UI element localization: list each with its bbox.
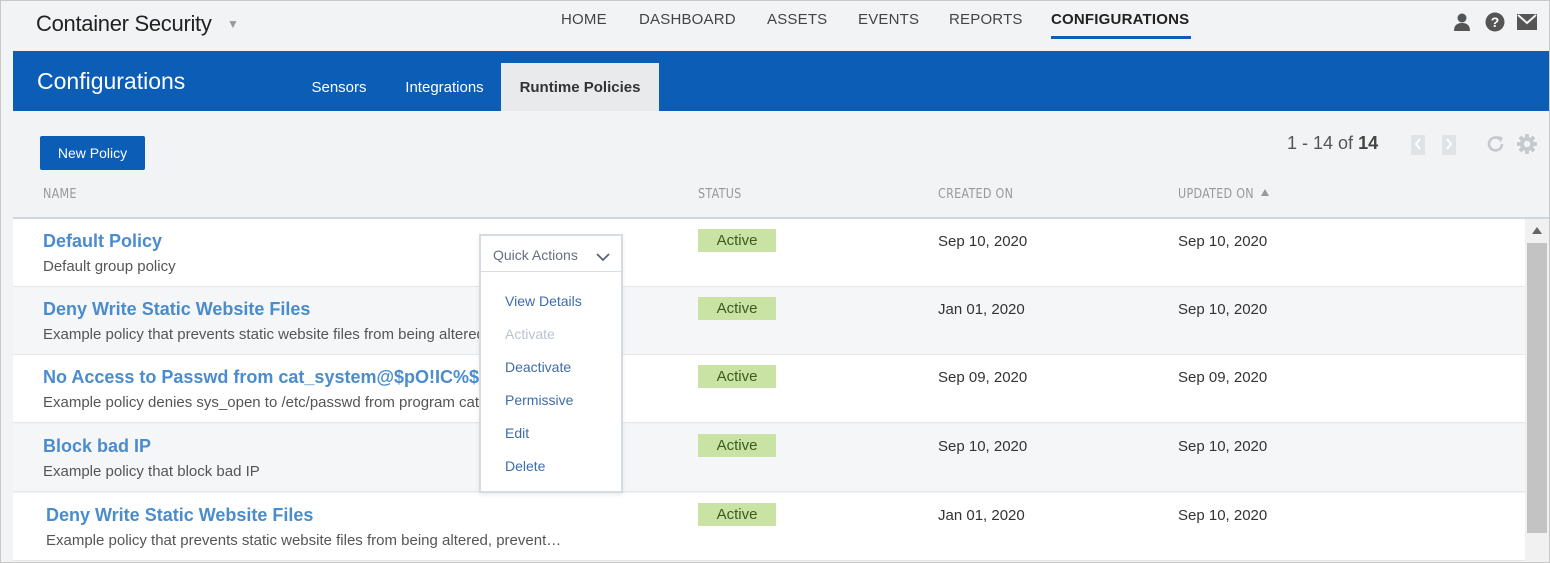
app-window: Container Security ▼ HOME DASHBOARD ASSE… (0, 0, 1550, 563)
created-on-date: Jan 01, 2020 (938, 507, 1025, 524)
status-badge: Active (698, 297, 776, 320)
svg-text:?: ? (1491, 14, 1500, 30)
table-row[interactable]: Block bad IP Example policy that block b… (13, 424, 1525, 492)
refresh-icon[interactable] (1485, 133, 1507, 155)
quick-actions-toggle[interactable]: Quick Actions (481, 236, 621, 272)
created-on-date: Sep 10, 2020 (938, 438, 1028, 455)
policy-description: Example policy that block bad IP (43, 463, 260, 480)
app-switcher-caret-icon[interactable]: ▼ (227, 17, 239, 31)
settings-gear-icon[interactable] (1516, 133, 1538, 155)
top-nav-bar: Container Security ▼ HOME DASHBOARD ASSE… (1, 1, 1549, 51)
menu-item-activate: Activate (505, 326, 555, 342)
nav-home[interactable]: HOME (561, 11, 607, 28)
created-on-date: Jan 01, 2020 (938, 301, 1025, 318)
quick-actions-menu: Quick Actions View Details Activate Deac… (479, 234, 623, 493)
pagination-range: 1 - 14 of (1287, 133, 1354, 153)
updated-on-date: Sep 10, 2020 (1178, 301, 1268, 318)
policy-name-link[interactable]: Block bad IP (43, 436, 151, 457)
status-badge: Active (698, 503, 776, 526)
table-row[interactable]: No Access to Passwd from cat_system@$pO!… (13, 355, 1525, 423)
policy-description: Example policy denies sys_open to /etc/p… (43, 394, 480, 411)
nav-active-indicator (1051, 36, 1191, 39)
column-header-status[interactable]: STATUS (698, 187, 741, 202)
previous-page-button[interactable] (1411, 135, 1425, 155)
policy-name-link[interactable]: Deny Write Static Website Files (46, 505, 313, 526)
main-content: New Policy 1 - 14 of 14 NAME STATUS CREA… (13, 111, 1549, 562)
table-row[interactable]: Deny Write Static Website Files Example … (13, 493, 1525, 561)
column-header-name[interactable]: NAME (43, 187, 77, 202)
menu-item-permissive[interactable]: Permissive (505, 392, 573, 408)
menu-item-view-details[interactable]: View Details (505, 293, 582, 309)
nav-dashboard[interactable]: DASHBOARD (639, 11, 736, 28)
page-header: Configurations Sensors Integrations Runt… (13, 51, 1549, 111)
tab-runtime-policies[interactable]: Runtime Policies (501, 63, 659, 111)
status-badge: Active (698, 229, 776, 252)
mail-icon[interactable] (1517, 14, 1537, 34)
created-on-date: Sep 10, 2020 (938, 233, 1028, 250)
table-row[interactable]: Default Policy Default group policy Acti… (13, 219, 1525, 287)
status-badge: Active (698, 365, 776, 388)
vertical-scrollbar[interactable] (1525, 219, 1549, 562)
menu-item-delete[interactable]: Delete (505, 458, 545, 474)
menu-item-edit[interactable]: Edit (505, 425, 529, 441)
new-policy-button[interactable]: New Policy (40, 136, 145, 170)
app-title: Container Security (36, 11, 212, 36)
quick-actions-label: Quick Actions (493, 247, 578, 263)
column-header-created-on[interactable]: CREATED ON (938, 187, 1013, 202)
policy-table-body: Default Policy Default group policy Acti… (13, 219, 1525, 562)
table-row[interactable]: Deny Write Static Website Files Example … (13, 287, 1525, 355)
updated-on-date: Sep 10, 2020 (1178, 507, 1268, 524)
nav-events[interactable]: EVENTS (858, 11, 919, 28)
updated-on-date: Sep 09, 2020 (1178, 369, 1268, 386)
updated-on-date: Sep 10, 2020 (1178, 233, 1268, 250)
nav-assets[interactable]: ASSETS (767, 11, 827, 28)
page-title: Configurations (37, 68, 186, 94)
policy-description: Example policy that prevents static webs… (46, 532, 562, 549)
policy-name-link[interactable]: Default Policy (43, 231, 162, 252)
user-icon[interactable] (1452, 12, 1472, 32)
menu-item-deactivate[interactable]: Deactivate (505, 359, 571, 375)
tab-sensors[interactable]: Sensors (289, 63, 389, 111)
policy-name-link[interactable]: Deny Write Static Website Files (43, 299, 310, 320)
column-header-updated-on[interactable]: UPDATED ON (1178, 187, 1254, 202)
scroll-up-arrow-icon[interactable] (1532, 227, 1542, 234)
help-icon[interactable]: ? (1485, 12, 1505, 32)
nav-configurations[interactable]: CONFIGURATIONS (1051, 11, 1189, 28)
policy-name-link[interactable]: No Access to Passwd from cat_system@$pO!… (43, 367, 479, 388)
created-on-date: Sep 09, 2020 (938, 369, 1028, 386)
chevron-down-icon (596, 249, 610, 267)
pagination-summary: 1 - 14 of 14 (1287, 133, 1378, 154)
policy-description: Default group policy (43, 258, 176, 275)
sort-ascending-icon[interactable] (1261, 189, 1269, 196)
next-page-button[interactable] (1442, 135, 1456, 155)
tab-integrations[interactable]: Integrations (389, 63, 500, 111)
pagination-total: 14 (1358, 133, 1379, 153)
scrollbar-thumb[interactable] (1527, 243, 1547, 533)
status-badge: Active (698, 434, 776, 457)
updated-on-date: Sep 10, 2020 (1178, 438, 1268, 455)
nav-reports[interactable]: REPORTS (949, 11, 1023, 28)
